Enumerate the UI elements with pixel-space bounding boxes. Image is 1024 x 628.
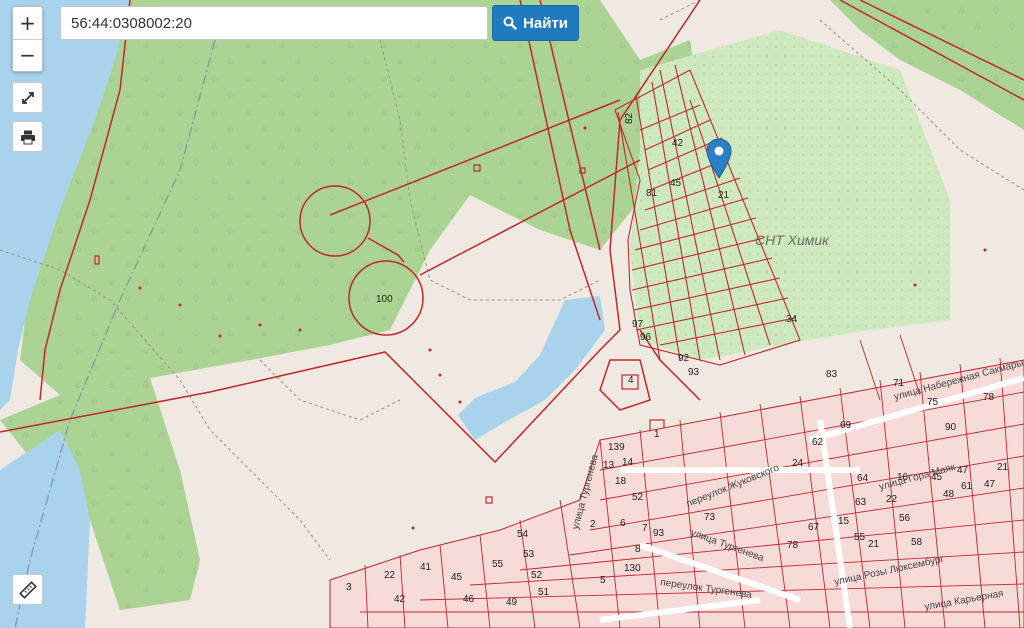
parcel-label-90: 90 [945,422,957,433]
parcel-label-2: 2 [590,519,596,530]
parcel-label-48: 48 [943,489,955,500]
parcel-label-21: 21 [718,190,730,201]
search-button[interactable]: Найти [492,5,579,41]
parcel-label-21c: 21 [868,539,880,550]
parcel-label-14: 14 [622,457,634,468]
search-input[interactable] [60,6,488,40]
parcel-label-6: 6 [620,518,626,529]
parcel-label-22: 22 [384,570,396,581]
parcel-label-18: 18 [615,476,627,487]
garden-area-label: СНТ Химик [755,232,830,248]
parcel-label-21b: 21 [997,462,1009,473]
parcel-label-67: 67 [808,522,820,533]
street-label-karernaya: улица Карьерная [924,588,1005,613]
parcel-label-83: 83 [826,369,838,380]
parcel-label-71: 71 [893,378,905,389]
parcel-label-24: 24 [792,458,804,469]
zoom-out-icon: − [19,43,36,67]
parcel-label-53: 53 [523,549,535,560]
parcel-label-49: 49 [506,597,518,608]
parcel-label-61: 61 [961,481,973,492]
parcel-label-51: 51 [538,587,550,598]
parcel-label-7: 7 [642,523,648,534]
parcel-label-5: 5 [600,575,606,586]
parcel-label-78: 78 [787,540,799,551]
parcel-label-75: 75 [927,397,939,408]
parcel-label-52: 52 [632,492,644,503]
parcel-label-47: 47 [957,465,969,476]
zoom-in-button[interactable]: + [13,7,42,40]
parcel-label-139: 139 [608,442,625,453]
parcel-label-54: 54 [517,529,529,540]
parcel-label-47b: 47 [984,479,996,490]
parcel-label-55b: 55 [854,532,866,543]
parcel-label-93b: 93 [653,528,665,539]
street-label-pereulok-zhukovskogo: переулок Жуковского [685,462,781,509]
map-labels-layer: СНТ Химик 100 82 42 45 81 21 97 96 92 93… [346,112,1024,613]
ruler-button[interactable] [12,574,43,605]
zoom-in-icon: + [19,11,36,35]
parcel-label-100: 100 [376,294,393,305]
parcel-label-63: 63 [855,497,867,508]
parcel-label-34: 34 [786,314,798,325]
parcel-label-92: 92 [678,353,690,364]
print-button[interactable] [12,121,43,152]
parcel-label-78b: 78 [983,392,995,403]
parcel-label-55: 55 [492,559,504,570]
zoom-control: + − [12,6,43,72]
parcel-label-3: 3 [346,582,352,593]
parcel-label-93: 93 [688,367,700,378]
location-marker-icon[interactable] [704,138,734,180]
parcel-label-42: 42 [394,594,406,605]
parcel-label-56: 56 [899,513,911,524]
parcel-label-69: 69 [840,420,852,431]
fullscreen-icon [21,91,34,104]
parcel-label-58: 58 [911,537,923,548]
parcel-label-42: 42 [672,138,684,149]
parcel-label-1: 1 [654,429,660,440]
parcel-label-64: 64 [857,473,869,484]
parcel-label-96: 96 [640,332,652,343]
parcel-label-97: 97 [632,319,644,330]
parcel-label-4: 4 [628,375,634,386]
ruler-icon [18,580,37,599]
print-icon [20,130,35,144]
street-label-turgeneva: улица Тургенева [689,527,766,564]
parcel-label-22b: 22 [886,494,898,505]
search-icon [503,16,517,30]
parcel-label-130: 130 [624,563,641,574]
parcel-label-62: 62 [812,437,824,448]
parcel-label-8: 8 [635,544,641,555]
street-label-turgeneva-2: улица Тургенева [570,453,601,531]
street-label-pereulok-turgeneva: переулок Тургенева [660,577,753,601]
parcel-label-45: 45 [451,572,463,583]
parcel-label-82: 82 [624,112,635,124]
parcel-label-46: 46 [463,594,475,605]
parcel-label-13: 13 [603,460,615,471]
zoom-out-button[interactable]: − [13,39,42,71]
street-label-rozy-lyuksemburg: улица Розы Люксембург [833,553,945,588]
parcel-label-41: 41 [420,562,432,573]
parcel-label-45: 45 [670,178,682,189]
fullscreen-button[interactable] [12,82,43,113]
parcel-label-81: 81 [646,188,658,199]
parcel-label-52b: 52 [531,570,543,581]
parcel-label-15: 15 [838,516,850,527]
search-button-label: Найти [523,14,568,32]
parcel-label-73: 73 [704,512,716,523]
street-label-naberezhnaya-sakmary: улица Набережная Сакмары [893,357,1024,403]
